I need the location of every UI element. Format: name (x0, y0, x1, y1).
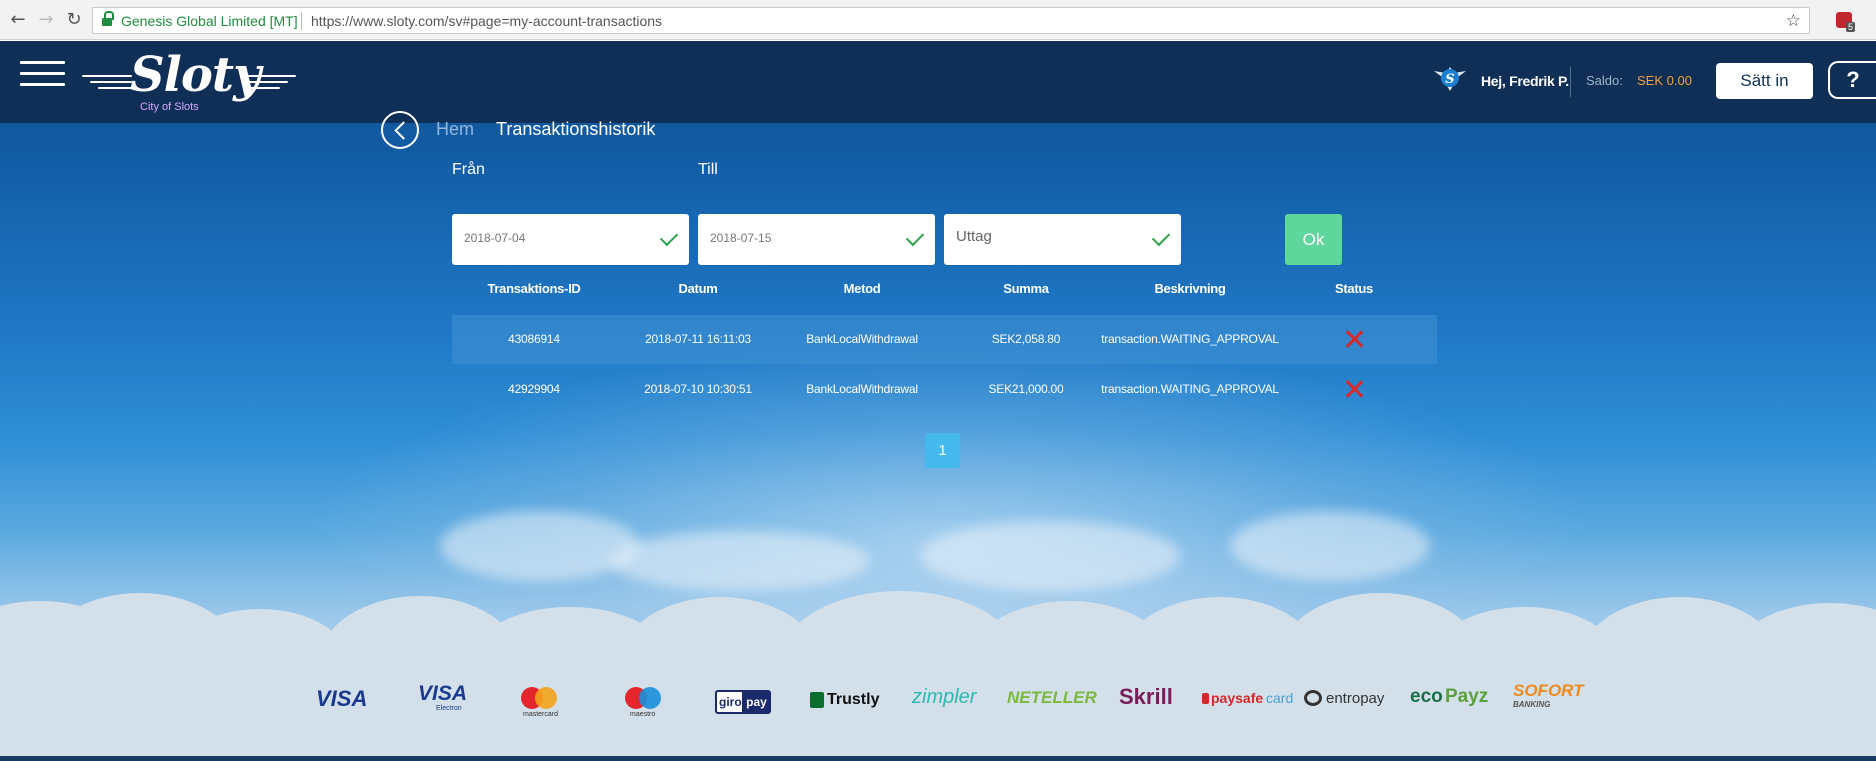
row-method: BankLocalWithdrawal (806, 332, 918, 346)
divider (1570, 67, 1571, 97)
column-header-id: Transaktions-ID (487, 281, 581, 296)
row-amount: SEK21,000.00 (988, 382, 1064, 396)
balance-value: SEK 0.00 (1637, 73, 1692, 88)
column-header-description: Beskrivning (1154, 281, 1226, 296)
to-date-value: 2018-07-15 (710, 231, 772, 245)
svg-text:S: S (1445, 72, 1454, 87)
sofort-sub: BANKING (1513, 700, 1551, 709)
row-id: 43086914 (508, 332, 560, 346)
breadcrumb-home[interactable]: Hem (436, 119, 474, 140)
close-x-icon[interactable] (1344, 329, 1364, 349)
trustly-icon (810, 692, 824, 708)
row-date: 2018-07-10 10:30:51 (644, 382, 752, 396)
giropay-pay-text: pay (742, 692, 771, 712)
maestro-icon (639, 687, 661, 709)
mastercard-icon (535, 687, 557, 709)
divider (301, 12, 302, 30)
ecopayz-logo: eco (1410, 686, 1443, 707)
pagination-page[interactable]: 1 (925, 433, 960, 468)
column-header-status: Status (1335, 281, 1373, 296)
sofort-logo: SOFORT (1513, 681, 1584, 700)
entropay-logo: entropay (1326, 690, 1385, 707)
deposit-button[interactable]: Sätt in (1716, 63, 1813, 99)
chevron-left-icon[interactable] (381, 111, 419, 149)
hamburger-icon[interactable] (20, 61, 65, 87)
logo-wordmark: Sloty (130, 47, 261, 103)
giropay-logo: giro pay (715, 690, 771, 714)
reload-icon[interactable]: ↻ (64, 10, 84, 30)
url-text[interactable]: https://www.sloty.com/sv#page=my-account… (311, 13, 662, 29)
paysafecard-logo: paysafe (1211, 690, 1264, 706)
visa-logo: VISA (316, 686, 368, 711)
ecopayz-payz-text: Payz (1445, 686, 1489, 707)
site-viewport: Sloty City of Slots S Hej, Fredrik P. Sa… (0, 41, 1876, 761)
visa-electron-sub: Electron (436, 705, 462, 712)
zimpler-logo: zimpler (912, 686, 977, 708)
visa-electron-logo: VISA (418, 682, 468, 705)
page-title: Transaktionshistorik (496, 119, 656, 139)
browser-toolbar: ← → ↻ Genesis Global Limited [MT] https:… (0, 0, 1876, 40)
from-date-value: 2018-07-04 (464, 231, 526, 245)
table-row (452, 364, 1437, 413)
skrill-logo: Skrill (1119, 684, 1173, 709)
check-icon (1151, 227, 1171, 247)
row-method: BankLocalWithdrawal (806, 382, 918, 396)
forward-arrow-icon[interactable]: → (36, 10, 56, 30)
page-bottom-strip (0, 756, 1876, 761)
transaction-type-select[interactable]: Uttag (944, 214, 1181, 265)
cloud-decoration (610, 531, 870, 591)
extension-badge: 5 (1846, 22, 1856, 32)
maestro-label: maestro (630, 711, 656, 718)
logo-subtitle: City of Slots (140, 101, 199, 113)
cloud-decoration (1230, 511, 1430, 581)
giropay-text: giro (719, 695, 742, 709)
balance-label: Saldo: (1586, 73, 1623, 88)
address-bar[interactable]: Genesis Global Limited [MT] https://www.… (92, 7, 1810, 34)
row-description: transaction.WAITING_APPROVAL (1101, 382, 1279, 396)
certificate-label: Genesis Global Limited [MT] (121, 13, 298, 29)
column-header-method: Metod (843, 281, 881, 296)
paysafecard-icon (1202, 693, 1209, 704)
lock-icon (102, 11, 114, 26)
close-x-icon[interactable] (1344, 379, 1364, 399)
check-icon (659, 227, 679, 247)
row-date: 2018-07-11 16:11:03 (645, 332, 751, 346)
back-arrow-icon[interactable]: ← (8, 10, 28, 30)
from-label: Från (452, 161, 485, 178)
mastercard-label: mastercard (523, 711, 559, 718)
check-icon (905, 227, 925, 247)
user-greeting[interactable]: Hej, Fredrik P. (1481, 73, 1569, 89)
table-row (452, 315, 1437, 364)
help-icon[interactable]: ? (1828, 61, 1876, 99)
to-label: Till (698, 161, 718, 178)
to-date-field[interactable]: 2018-07-15 (698, 214, 935, 265)
row-amount: SEK2,058.80 (991, 332, 1061, 346)
paysafecard-card-text: card (1266, 690, 1294, 706)
sloty-logo[interactable]: Sloty City of Slots (82, 47, 296, 119)
cloud-decoration (440, 511, 640, 581)
entropay-icon (1304, 690, 1322, 706)
from-date-field[interactable]: 2018-07-04 (452, 214, 689, 265)
cloud-decoration (920, 521, 1180, 591)
avatar[interactable]: S (1432, 63, 1468, 93)
site-header: Sloty City of Slots S Hej, Fredrik P. Sa… (0, 41, 1876, 123)
trustly-logo: Trustly (827, 691, 880, 708)
star-icon[interactable]: ☆ (1786, 11, 1801, 31)
ok-button[interactable]: Ok (1285, 214, 1342, 265)
column-header-date: Datum (678, 281, 718, 296)
row-id: 42929904 (508, 382, 560, 396)
column-header-amount: Summa (1003, 281, 1049, 296)
transaction-type-value: Uttag (956, 228, 992, 245)
neteller-logo: NETELLER (1007, 688, 1097, 707)
row-description: transaction.WAITING_APPROVAL (1101, 332, 1279, 346)
